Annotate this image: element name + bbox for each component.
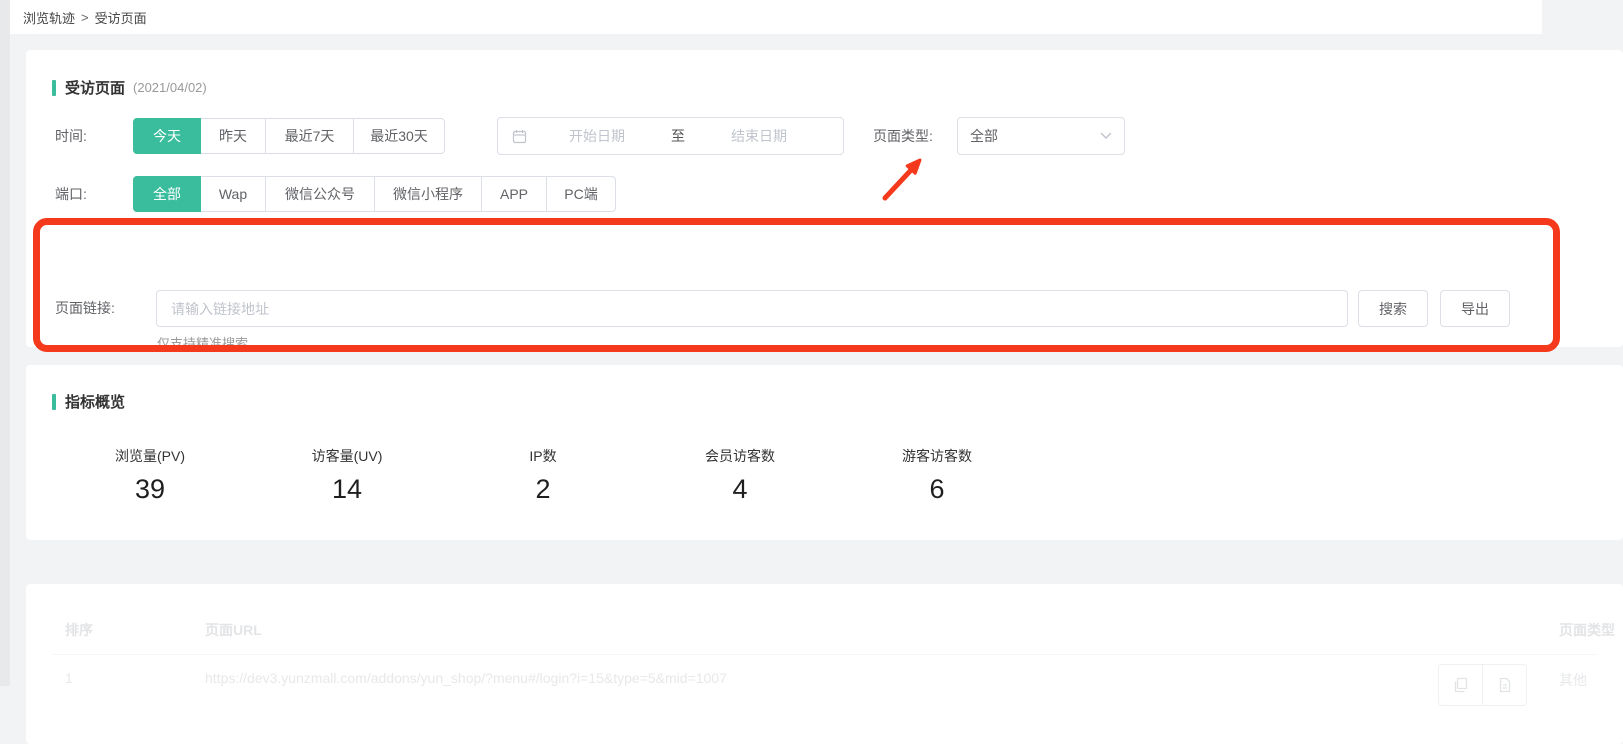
metric-member-visitors: 会员访客数 4 bbox=[650, 446, 830, 505]
breadcrumb: 浏览轨迹 > 受访页面 bbox=[10, 0, 1542, 34]
calendar-icon bbox=[512, 129, 527, 144]
copy-icon[interactable] bbox=[1438, 664, 1483, 706]
metric-guest-visitors: 游客访客数 6 bbox=[847, 446, 1027, 505]
metric-pv: 浏览量(PV) 39 bbox=[60, 446, 240, 505]
start-date-placeholder[interactable]: 开始日期 bbox=[527, 126, 667, 146]
end-date-placeholder[interactable]: 结束日期 bbox=[689, 126, 829, 146]
metric-label: IP数 bbox=[453, 446, 633, 466]
port-option-wechat-mini[interactable]: 微信小程序 bbox=[374, 176, 482, 212]
page-title: 受访页面 bbox=[65, 77, 125, 98]
time-option-today[interactable]: 今天 bbox=[133, 118, 201, 154]
port-filter-label: 端口: bbox=[55, 176, 87, 212]
metric-label: 游客访客数 bbox=[847, 446, 1027, 466]
document-icon[interactable] bbox=[1482, 664, 1527, 706]
metric-value: 4 bbox=[650, 474, 830, 505]
table-row-actions bbox=[1438, 664, 1527, 706]
metrics-title-row: 指标概览 bbox=[52, 391, 125, 412]
time-option-yesterday[interactable]: 昨天 bbox=[200, 118, 266, 154]
date-range-separator: 至 bbox=[667, 126, 689, 146]
search-button[interactable]: 搜索 bbox=[1358, 290, 1428, 327]
page-type-select[interactable]: 全部 bbox=[957, 117, 1125, 155]
visited-pages-card: 受访页面 (2021/04/02) 时间: 今天 昨天 最近7天 最近30天 开… bbox=[26, 50, 1623, 347]
port-option-wap[interactable]: Wap bbox=[200, 176, 266, 212]
metric-value: 39 bbox=[60, 474, 240, 505]
port-option-wechat-official[interactable]: 微信公众号 bbox=[265, 176, 375, 212]
search-hint: 仅支持精准搜索 bbox=[157, 333, 248, 352]
table-header-rank: 排序 bbox=[65, 620, 93, 640]
port-option-pc[interactable]: PC端 bbox=[546, 176, 616, 212]
metrics-title: 指标概览 bbox=[65, 391, 125, 412]
time-option-last7days[interactable]: 最近7天 bbox=[265, 118, 354, 154]
table-header-url: 页面URL bbox=[205, 620, 262, 640]
title-date-note: (2021/04/02) bbox=[133, 80, 207, 95]
metric-ip: IP数 2 bbox=[453, 446, 633, 505]
breadcrumb-item-browse-trail[interactable]: 浏览轨迹 bbox=[23, 8, 75, 27]
metric-value: 14 bbox=[257, 474, 437, 505]
breadcrumb-separator: > bbox=[81, 10, 89, 25]
time-filter-label: 时间: bbox=[55, 118, 87, 154]
date-range-picker[interactable]: 开始日期 至 结束日期 bbox=[497, 117, 844, 155]
table-cell-type: 其他 bbox=[1559, 670, 1587, 690]
table-header-divider bbox=[52, 654, 1597, 655]
metric-label: 访客量(UV) bbox=[257, 446, 437, 466]
page-link-label: 页面链接: bbox=[55, 290, 115, 326]
metrics-card: 指标概览 浏览量(PV) 39 访客量(UV) 14 IP数 2 会员访客数 4… bbox=[26, 365, 1623, 540]
metric-label: 会员访客数 bbox=[650, 446, 830, 466]
time-filter-group: 今天 昨天 最近7天 最近30天 bbox=[133, 118, 445, 154]
port-option-app[interactable]: APP bbox=[481, 176, 547, 212]
page-type-selected-value: 全部 bbox=[970, 126, 1100, 146]
page-left-gutter bbox=[0, 0, 10, 686]
port-filter-group: 全部 Wap 微信公众号 微信小程序 APP PC端 bbox=[133, 176, 616, 212]
port-option-all[interactable]: 全部 bbox=[133, 176, 201, 212]
metric-value: 2 bbox=[453, 474, 633, 505]
metric-value: 6 bbox=[847, 474, 1027, 505]
time-option-last30days[interactable]: 最近30天 bbox=[353, 118, 445, 154]
page-link-input[interactable] bbox=[156, 290, 1348, 327]
title-accent-bar bbox=[52, 80, 56, 96]
pages-table-card: 排序 页面URL 页面类型 1 https://dev3.yunzmall.co… bbox=[26, 584, 1623, 744]
chevron-down-icon bbox=[1100, 132, 1112, 140]
title-accent-bar bbox=[52, 394, 56, 410]
metric-label: 浏览量(PV) bbox=[60, 446, 240, 466]
breadcrumb-item-visited-pages: 受访页面 bbox=[95, 8, 147, 27]
metric-uv: 访客量(UV) 14 bbox=[257, 446, 437, 505]
table-cell-rank: 1 bbox=[65, 670, 73, 686]
table-header-type: 页面类型 bbox=[1559, 620, 1615, 640]
export-button[interactable]: 导出 bbox=[1440, 290, 1510, 327]
visited-pages-title: 受访页面 (2021/04/02) bbox=[52, 77, 207, 98]
page-type-label: 页面类型: bbox=[873, 118, 933, 154]
table-cell-url: https://dev3.yunzmall.com/addons/yun_sho… bbox=[205, 670, 727, 686]
